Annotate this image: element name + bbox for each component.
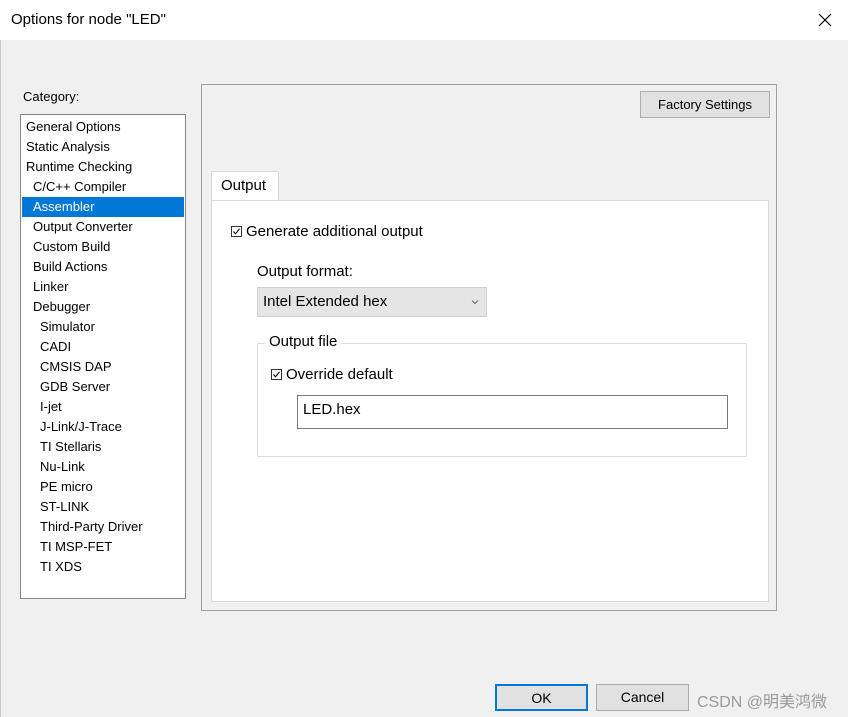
category-item[interactable]: Custom Build: [22, 237, 184, 257]
category-item[interactable]: Static Analysis: [22, 137, 184, 157]
output-file-group-title: Output file: [265, 333, 342, 350]
category-item[interactable]: GDB Server: [22, 377, 184, 397]
category-item[interactable]: General Options: [22, 117, 184, 137]
checkmark-icon: [233, 228, 240, 235]
tab-output[interactable]: Output: [211, 171, 279, 201]
window-title: Options for node "LED": [11, 11, 166, 28]
category-item[interactable]: TI Stellaris: [22, 437, 184, 457]
category-item[interactable]: J-Link/J-Trace: [22, 417, 184, 437]
override-default-checkbox[interactable]: [271, 369, 282, 380]
output-format-select[interactable]: Intel Extended hex: [257, 287, 487, 317]
generate-output-checkbox[interactable]: [231, 226, 242, 237]
category-item[interactable]: Simulator: [22, 317, 184, 337]
output-filename-input[interactable]: LED.hex: [297, 395, 728, 429]
category-item[interactable]: Linker: [22, 277, 184, 297]
close-icon: [818, 13, 832, 27]
category-item[interactable]: Third-Party Driver: [22, 517, 184, 537]
generate-output-row: Generate additional output: [231, 223, 423, 240]
cancel-button[interactable]: Cancel: [596, 684, 689, 711]
window-border: [0, 40, 1, 717]
chevron-down-icon: [471, 300, 479, 305]
close-button[interactable]: [802, 0, 848, 40]
category-item[interactable]: I-jet: [22, 397, 184, 417]
override-default-row: Override default: [271, 366, 393, 383]
category-item[interactable]: Build Actions: [22, 257, 184, 277]
category-item[interactable]: Runtime Checking: [22, 157, 184, 177]
title-bar: Options for node "LED": [0, 0, 848, 40]
category-item[interactable]: C/C++ Compiler: [22, 177, 184, 197]
category-item[interactable]: Output Converter: [22, 217, 184, 237]
output-format-value: Intel Extended hex: [263, 293, 388, 310]
category-label: Category:: [23, 89, 80, 104]
category-list[interactable]: General Options Static Analysis Runtime Ch…: [20, 114, 186, 599]
ok-button[interactable]: OK: [495, 684, 588, 711]
category-item[interactable]: PE micro: [22, 477, 184, 497]
category-item[interactable]: CMSIS DAP: [22, 357, 184, 377]
category-item[interactable]: Assembler: [22, 197, 184, 217]
category-item[interactable]: TI MSP-FET: [22, 537, 184, 557]
output-format-label: Output format:: [257, 263, 353, 280]
factory-settings-button[interactable]: Factory Settings: [640, 91, 770, 118]
category-item[interactable]: ST-LINK: [22, 497, 184, 517]
watermark: CSDN @明美鸿微: [697, 694, 828, 711]
generate-output-label: Generate additional output: [246, 223, 423, 240]
category-item[interactable]: Nu-Link: [22, 457, 184, 477]
category-item[interactable]: Debugger: [22, 297, 184, 317]
override-default-label: Override default: [286, 366, 393, 383]
category-item[interactable]: TI XDS: [22, 557, 184, 577]
checkmark-icon: [273, 371, 280, 378]
category-item[interactable]: CADI: [22, 337, 184, 357]
